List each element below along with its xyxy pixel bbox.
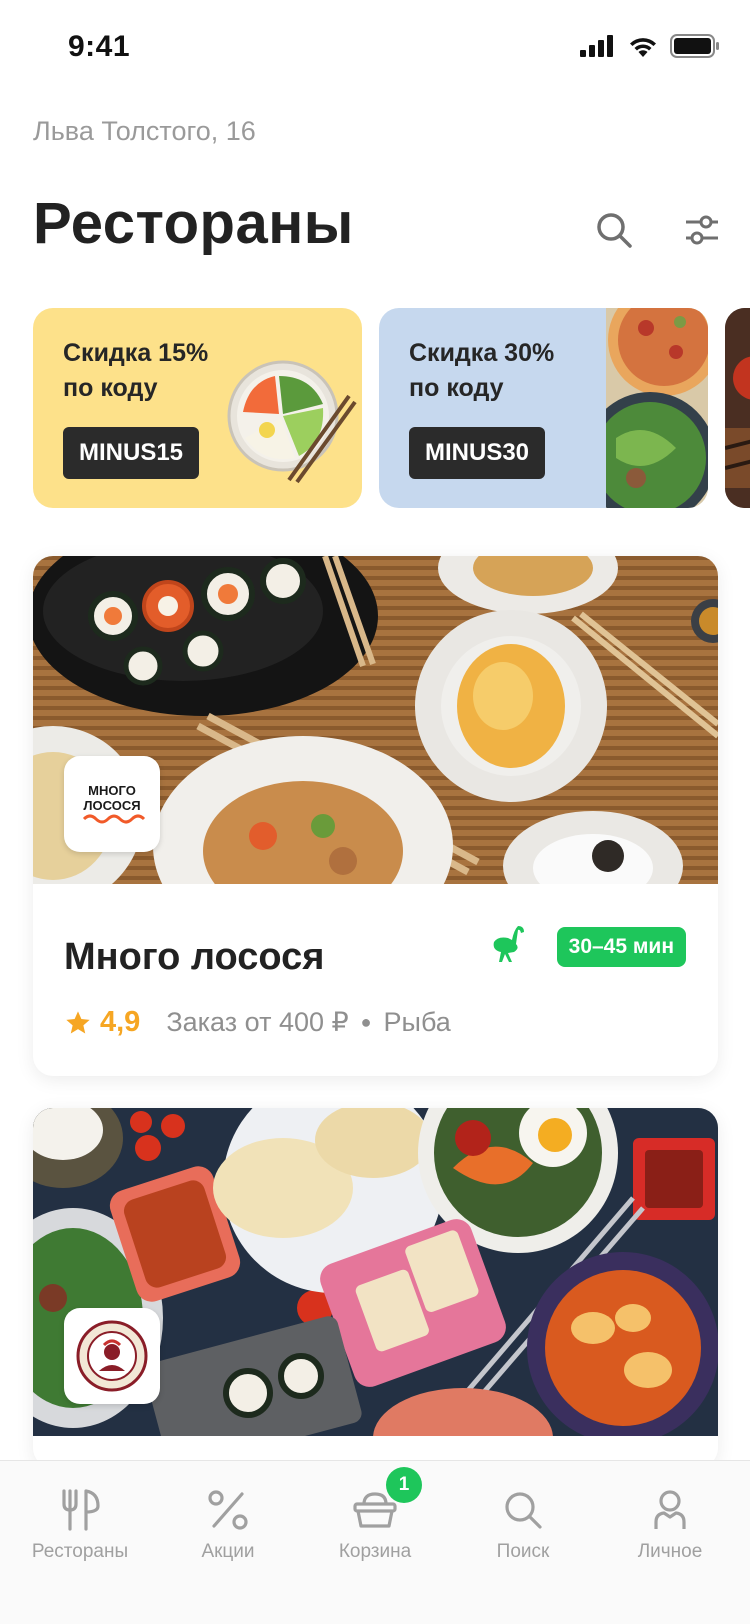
person-icon — [654, 1490, 686, 1529]
promo-title: Скидка 30% по коду — [409, 339, 555, 402]
promo-title: Скидка 15% по коду — [63, 339, 209, 402]
restaurant-rating: 4,9 — [100, 1006, 141, 1038]
delivery-address[interactable]: Льва Толстого, 16 — [33, 116, 256, 147]
status-time: 9:41 — [68, 30, 131, 63]
cellular-signal-icon — [580, 35, 613, 57]
tab-label: Личное — [637, 1541, 703, 1562]
page-title: Рестораны — [33, 191, 354, 256]
promo-card-minus15[interactable]: Скидка 15% по коду MINUS15 — [33, 308, 362, 508]
min-order: Заказ от 400 ₽ — [166, 1007, 349, 1037]
search-button[interactable] — [588, 204, 640, 256]
promo-code: MINUS15 — [63, 427, 200, 479]
tab-search[interactable]: Поиск — [448, 1461, 598, 1591]
pizza-salad-image — [606, 308, 708, 508]
search-icon — [505, 1492, 542, 1529]
tab-promotions[interactable]: Акции — [153, 1461, 303, 1591]
tab-profile[interactable]: Личное — [595, 1461, 745, 1591]
filter-sliders-icon — [686, 215, 718, 245]
shokoladnitsa-logo — [76, 1320, 148, 1392]
search-icon — [597, 213, 632, 248]
restaurant-logo: МНОГО ЛОСОСЯ — [64, 756, 160, 852]
battery-icon — [670, 34, 719, 58]
percent-icon — [208, 1490, 248, 1530]
tab-label: Акции — [201, 1541, 255, 1562]
tab-label: Рестораны — [31, 1541, 129, 1562]
delivery-time-badge: 30–45 мин — [556, 927, 686, 967]
cart-count-badge: 1 — [386, 1467, 422, 1503]
tab-label: Поиск — [496, 1541, 550, 1562]
restaurant-name: Много лосося — [64, 936, 325, 978]
bottom-tab-bar: Рестораны Акции Корзина 1 Поиск Личное — [0, 1460, 750, 1624]
promo-code: MINUS30 — [409, 427, 546, 479]
restaurant-card-mnogo-lososya[interactable]: МНОГО ЛОСОСЯ Много лосося 30–45 мин 4,9 … — [33, 556, 718, 1076]
promo-card-partial[interactable] — [725, 308, 750, 508]
restaurant-category: Рыба — [383, 1007, 451, 1037]
tab-cart[interactable]: Корзина 1 — [300, 1461, 450, 1591]
svg-text:ЛОСОСЯ: ЛОСОСЯ — [83, 798, 140, 813]
restaurant-meta: 4,9 Заказ от 400 ₽ ● Рыба — [64, 1006, 451, 1039]
fork-knife-icon — [62, 1489, 100, 1531]
status-icons — [580, 34, 720, 58]
wifi-icon — [630, 38, 656, 57]
restaurant-logo — [64, 1308, 160, 1404]
svg-text:МНОГО: МНОГО — [88, 783, 136, 798]
grilled-food-image — [725, 308, 750, 508]
restaurant-card-shokoladnitsa[interactable] — [33, 1108, 718, 1468]
mnogo-lososya-logo: МНОГО ЛОСОСЯ — [82, 783, 146, 824]
tab-restaurants[interactable]: Рестораны — [5, 1461, 155, 1591]
promo-carousel[interactable]: Скидка 15% по коду MINUS15 Скидка 30% по… — [33, 308, 750, 508]
tab-label: Корзина — [338, 1541, 412, 1562]
poke-bowl-image — [227, 360, 357, 484]
star-icon — [66, 1010, 90, 1033]
separator-dot: ● — [360, 1012, 372, 1032]
ostrich-delivery-icon — [493, 926, 524, 962]
filter-button[interactable] — [676, 204, 728, 256]
promo-card-minus30[interactable]: Скидка 30% по коду MINUS30 — [379, 308, 708, 508]
status-bar: 9:41 — [0, 0, 750, 96]
